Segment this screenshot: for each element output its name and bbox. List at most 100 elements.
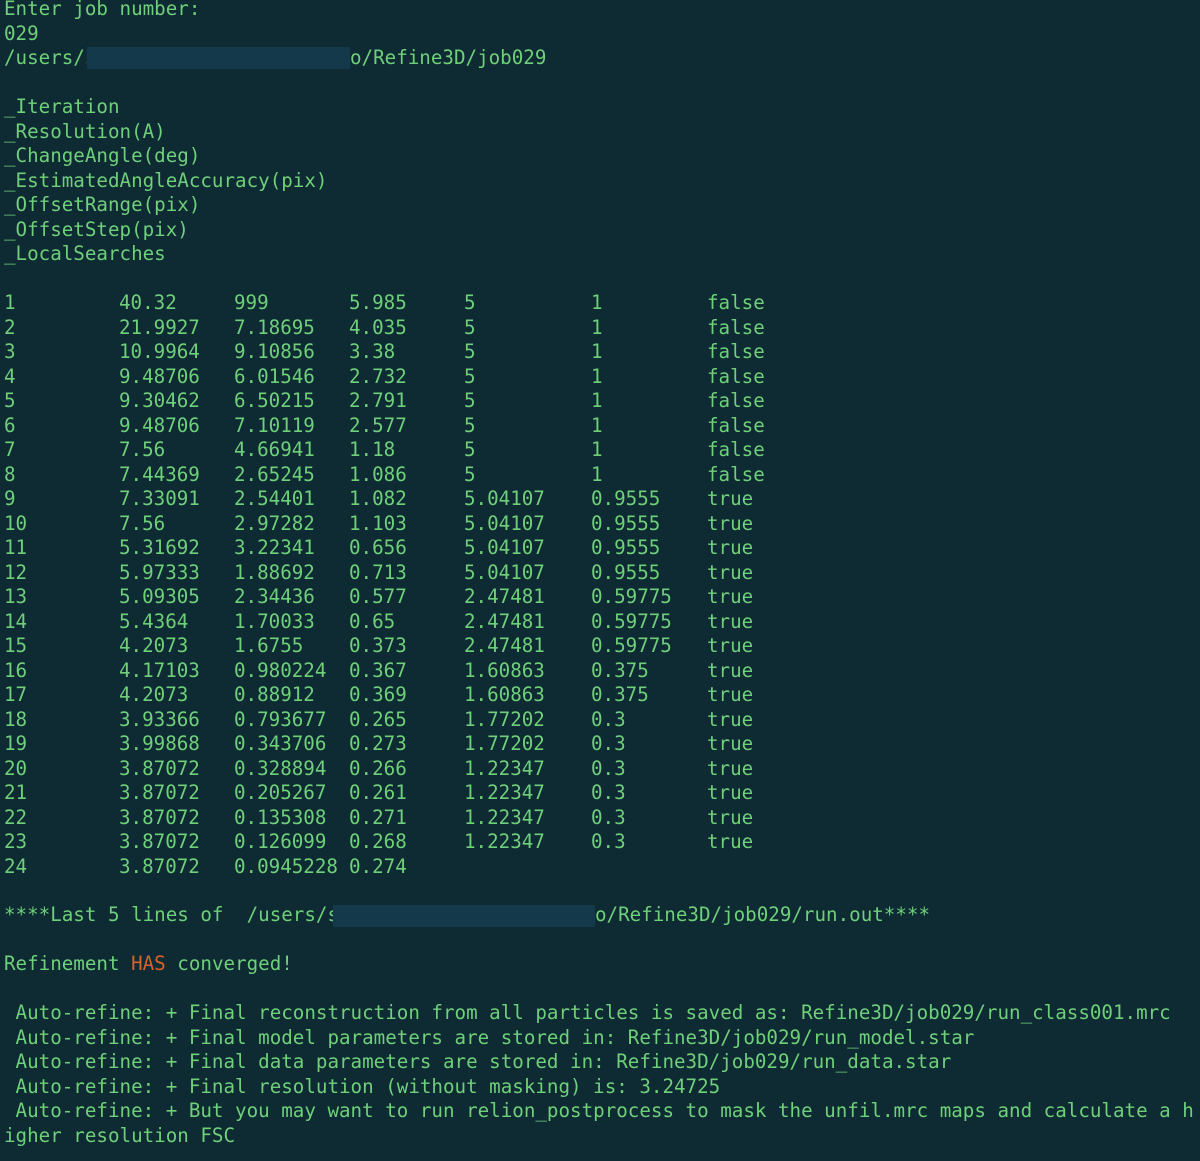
table-cell: 9.48706: [119, 364, 200, 388]
table-cell: 0.9555: [591, 536, 661, 559]
table-cell: 7.44369: [119, 462, 200, 486]
table-cell: 7.18695: [234, 315, 315, 339]
table-cell: 3.87072: [119, 756, 200, 780]
prompt-line: Enter job number:: [4, 0, 201, 20]
table-cell: false: [707, 315, 765, 339]
table-cell: 0.3: [591, 781, 626, 804]
table-cell: 14: [4, 609, 28, 633]
table-cell: 2.47481: [464, 609, 545, 633]
table-cell: 5.04107: [464, 536, 545, 559]
table-cell: 0.126099: [234, 830, 327, 853]
redacted-path-segment: [333, 905, 595, 927]
table-cell: true: [707, 756, 754, 780]
table-cell: 1: [591, 315, 603, 339]
table-cell: 6.01546: [234, 364, 315, 388]
table-cell: 9.10856: [234, 340, 315, 363]
table-cell: 1.18: [349, 438, 396, 461]
table-cell: 4.66941: [234, 438, 315, 461]
field-label: _OffsetRange(pix): [4, 193, 201, 216]
terminal-window[interactable]: Enter job number: 029 /users/s o/Refine3…: [0, 0, 1200, 1161]
table-cell: 0.65: [349, 609, 396, 633]
table-cell: 15: [4, 634, 28, 657]
table-cell: 7.56: [119, 438, 166, 461]
table-cell: 1.88692: [234, 560, 315, 584]
table-cell: 0.88912: [234, 683, 315, 706]
job-path-prefix: /users/s: [4, 46, 97, 69]
last-lines-suffix: o/Refine3D/job029/run.out****: [595, 903, 931, 926]
table-cell: 1: [591, 364, 603, 388]
job-number-input: 029: [4, 21, 39, 45]
table-cell: 3.87072: [119, 781, 200, 804]
table-cell: 7.33091: [119, 487, 200, 510]
table-cell: 0.713: [349, 560, 407, 584]
table-cell: 1: [591, 340, 603, 363]
table-cell: 0.3: [591, 830, 626, 853]
job-path-suffix: o/Refine3D/job029: [350, 46, 547, 69]
field-label: _OffsetStep(pix): [4, 217, 189, 241]
table-cell: 3: [4, 340, 16, 363]
table-cell: true: [707, 805, 754, 829]
table-cell: 13: [4, 585, 28, 608]
output-line: Auto-refine: + Final reconstruction from…: [4, 1001, 1171, 1024]
table-cell: 0.3: [591, 805, 626, 829]
table-cell: 5.4364: [119, 609, 189, 633]
table-cell: 0.59775: [591, 634, 672, 657]
table-cell: 5: [464, 389, 476, 412]
table-cell: 1.22347: [464, 781, 545, 804]
table-cell: 0.328894: [234, 756, 327, 780]
table-cell: 9: [4, 487, 16, 510]
table-cell: 4.2073: [119, 634, 189, 657]
table-cell: 2.54401: [234, 487, 315, 510]
table-cell: 0.135308: [234, 805, 327, 829]
output-line: Auto-refine: + But you may want to run r…: [4, 1099, 1194, 1122]
table-cell: 1: [591, 462, 603, 486]
table-cell: true: [707, 609, 754, 633]
table-cell: 0.59775: [591, 609, 672, 633]
table-cell: 0.375: [591, 683, 649, 706]
table-cell: 2.732: [349, 364, 407, 388]
table-cell: 1.086: [349, 462, 407, 486]
table-cell: 5: [464, 364, 476, 388]
table-cell: 5.985: [349, 291, 407, 314]
table-cell: 3.87072: [119, 805, 200, 829]
table-cell: 2.47481: [464, 634, 545, 657]
table-cell: 1.60863: [464, 683, 545, 706]
table-cell: 5: [464, 340, 476, 363]
field-label: _Resolution(A): [4, 119, 166, 143]
table-cell: 0.343706: [234, 732, 327, 755]
table-cell: 4.035: [349, 315, 407, 339]
table-cell: 5: [464, 315, 476, 339]
table-cell: 0.656: [349, 536, 407, 559]
table-cell: 10.9964: [119, 340, 200, 363]
table-cell: 40.32: [119, 291, 177, 314]
table-cell: 0.265: [349, 707, 407, 731]
table-cell: 1: [591, 291, 603, 314]
table-cell: true: [707, 634, 754, 657]
table-cell: 0.59775: [591, 585, 672, 608]
table-cell: 1.60863: [464, 658, 545, 682]
table-cell: 2.791: [349, 389, 407, 412]
table-cell: 2.47481: [464, 585, 545, 608]
table-cell: true: [707, 732, 754, 755]
table-cell: 5.04107: [464, 511, 545, 535]
table-cell: 3.38: [349, 340, 396, 363]
table-cell: 5.04107: [464, 487, 545, 510]
output-line: Auto-refine: + Final model parameters ar…: [4, 1025, 975, 1049]
output-line: igher resolution FSC: [4, 1123, 236, 1147]
table-cell: 2.97282: [234, 511, 315, 535]
table-cell: 23: [4, 830, 28, 853]
table-cell: 0.3: [591, 732, 626, 755]
table-cell: 0.980224: [234, 658, 327, 682]
table-cell: false: [707, 340, 765, 363]
table-cell: 5.97333: [119, 560, 200, 584]
table-cell: 1.22347: [464, 805, 545, 829]
table-cell: 8: [4, 462, 16, 486]
table-cell: 5.31692: [119, 536, 200, 559]
table-cell: 9.30462: [119, 389, 200, 412]
table-cell: 12: [4, 560, 28, 584]
converged-highlight: HAS: [131, 952, 166, 975]
table-cell: false: [707, 462, 765, 486]
table-cell: 19: [4, 732, 28, 755]
table-cell: 0.9555: [591, 560, 661, 584]
table-cell: 5: [464, 291, 476, 314]
